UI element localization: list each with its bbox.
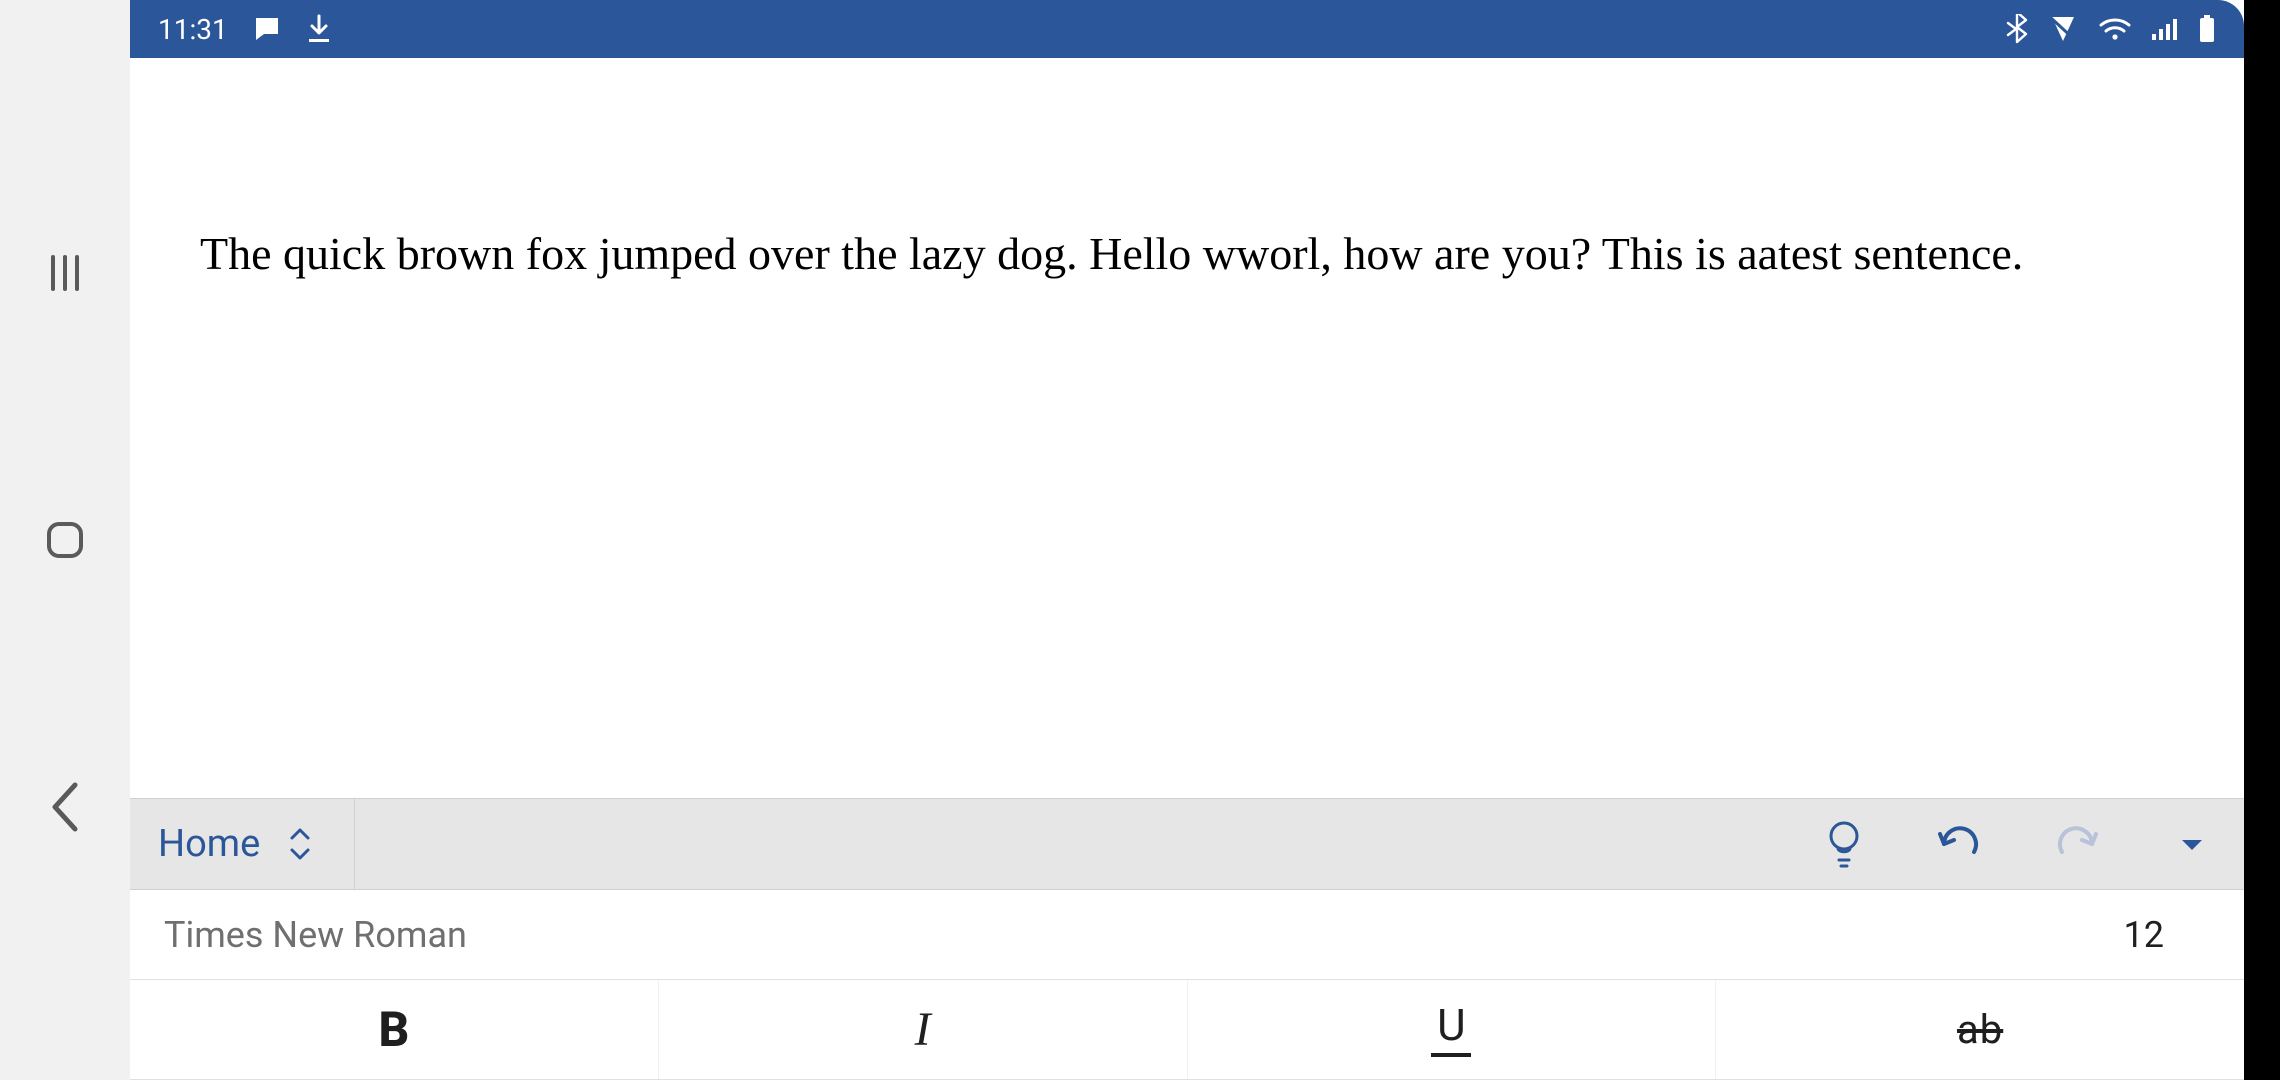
ribbon-tab-selector[interactable]: Home	[158, 799, 355, 889]
document-canvas[interactable]: The quick brown fox jumped over the lazy…	[130, 58, 2244, 798]
chevron-updown-icon	[286, 824, 314, 864]
recents-button[interactable]	[43, 223, 87, 323]
underline-letter: U	[1437, 1003, 1466, 1047]
chat-icon	[252, 14, 282, 44]
undo-button[interactable]	[1928, 812, 1992, 876]
font-name-selector[interactable]: Times New Roman	[164, 914, 2084, 956]
status-time: 11:31	[158, 13, 228, 46]
strike-label: ab	[1957, 1006, 2003, 1053]
document-text[interactable]: The quick brown fox jumped over the lazy…	[200, 208, 2174, 300]
italic-button[interactable]: I	[659, 980, 1188, 1079]
strikethrough-button[interactable]: ab	[1716, 980, 2244, 1079]
signal-icon	[2150, 16, 2180, 42]
redo-button[interactable]	[2044, 812, 2108, 876]
system-nav-rail	[0, 0, 130, 1080]
collapse-ribbon-button[interactable]	[2160, 812, 2224, 876]
ribbon-header: Home	[130, 798, 2244, 890]
format-row: B I U ab	[130, 980, 2244, 1080]
ribbon-tab-label: Home	[158, 822, 260, 866]
underline-bar-icon	[1431, 1053, 1471, 1057]
underline-button[interactable]: U	[1188, 980, 1717, 1079]
back-button[interactable]	[45, 757, 85, 857]
bold-button[interactable]: B	[130, 980, 659, 1079]
font-row: Times New Roman 12	[130, 890, 2244, 980]
vibrate-icon	[2046, 15, 2080, 43]
status-bar: 11:31	[130, 0, 2244, 58]
bluetooth-icon	[2006, 14, 2028, 44]
device-bezel	[2244, 0, 2280, 1080]
home-button[interactable]	[43, 490, 87, 590]
battery-icon	[2198, 14, 2216, 44]
wifi-icon	[2098, 16, 2132, 42]
font-size-selector[interactable]: 12	[2084, 914, 2204, 956]
app-area: 11:31	[130, 0, 2244, 1080]
download-icon	[306, 14, 332, 44]
tell-me-button[interactable]	[1812, 812, 1876, 876]
